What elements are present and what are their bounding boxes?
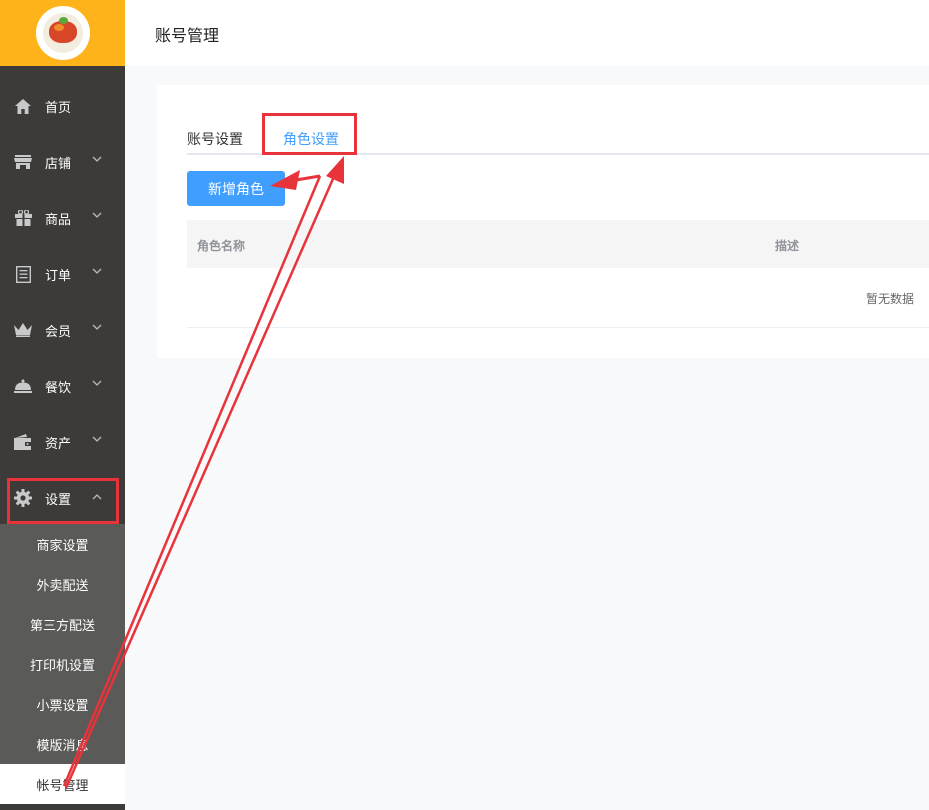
sidebar-item-label: 会员 <box>45 324 72 340</box>
order-list-icon <box>14 265 32 283</box>
chevron-up-icon <box>92 494 102 500</box>
store-logo[interactable] <box>37 8 88 58</box>
gear-icon <box>14 489 32 507</box>
roles-table: 角色名称 描述 暂无数据 <box>187 220 929 328</box>
wallet-icon <box>14 433 32 451</box>
submenu-item-template-messages[interactable]: 模版消息 <box>0 724 125 764</box>
logo-area <box>0 0 125 66</box>
submenu-item-receipt-settings[interactable]: 小票设置 <box>0 684 125 724</box>
sidebar-item-catering[interactable]: 餐饮 <box>0 358 125 414</box>
empty-state-text: 暂无数据 <box>865 292 914 306</box>
sidebar-item-label: 资产 <box>45 436 72 452</box>
chevron-down-icon <box>92 156 102 162</box>
tab-active-indicator <box>267 153 355 155</box>
column-header-description[interactable]: 描述 <box>775 237 799 254</box>
page-title: 账号管理 <box>155 26 220 45</box>
page-header: 账号管理 <box>125 0 929 66</box>
sidebar-item-label: 店铺 <box>45 156 72 172</box>
table-body: 暂无数据 <box>187 268 929 328</box>
column-header-role-name[interactable]: 角色名称 <box>197 237 245 254</box>
sidebar-item-label: 首页 <box>45 100 72 116</box>
sidebar-item-settings[interactable]: 设置 <box>0 470 125 526</box>
chevron-down-icon <box>92 324 102 330</box>
chevron-down-icon <box>92 436 102 442</box>
sidebar-item-store[interactable]: 店铺 <box>0 134 125 190</box>
home-icon <box>14 97 32 115</box>
sidebar-item-home[interactable]: 首页 <box>0 78 125 134</box>
sidebar-item-members[interactable]: 会员 <box>0 302 125 358</box>
table-header: 角色名称 描述 <box>187 220 929 268</box>
sidebar-item-label: 订单 <box>45 268 72 284</box>
sidebar-item-orders[interactable]: 订单 <box>0 246 125 302</box>
logo-leaf <box>58 17 68 24</box>
submenu-item-third-party-delivery[interactable]: 第三方配送 <box>0 604 125 644</box>
submenu-item-delivery[interactable]: 外卖配送 <box>0 564 125 604</box>
chevron-down-icon <box>92 380 102 386</box>
sidebar-item-label: 商品 <box>45 212 72 228</box>
settings-submenu: 商家设置 外卖配送 第三方配送 打印机设置 小票设置 模版消息 帐号管理 <box>0 524 125 804</box>
add-role-button[interactable]: 新增角色 <box>187 171 285 206</box>
content-card: 账号设置 角色设置 新增角色 角色名称 描述 暂无数据 <box>157 85 929 358</box>
logo-food-highlight <box>53 24 64 31</box>
chevron-down-icon <box>92 268 102 274</box>
crown-icon <box>14 321 32 339</box>
tab-bar: 账号设置 角色设置 <box>187 113 929 155</box>
cloche-icon <box>14 377 32 395</box>
submenu-item-merchant-settings[interactable]: 商家设置 <box>0 524 125 564</box>
submenu-item-account-management[interactable]: 帐号管理 <box>0 764 125 804</box>
tab-account-settings[interactable]: 账号设置 <box>187 129 243 149</box>
gift-icon <box>14 209 32 227</box>
sidebar-item-label: 设置 <box>45 492 72 508</box>
tab-role-settings[interactable]: 角色设置 <box>283 129 339 149</box>
sidebar: 首页 店铺 商品 订单 会员 餐饮 资产 设置 商家设置 外卖配送 第三方配送 … <box>0 0 125 810</box>
sidebar-item-assets[interactable]: 资产 <box>0 414 125 470</box>
chevron-down-icon <box>92 212 102 218</box>
submenu-item-printer-settings[interactable]: 打印机设置 <box>0 644 125 684</box>
sidebar-item-label: 餐饮 <box>45 380 72 396</box>
store-icon <box>14 153 32 171</box>
sidebar-item-goods[interactable]: 商品 <box>0 190 125 246</box>
